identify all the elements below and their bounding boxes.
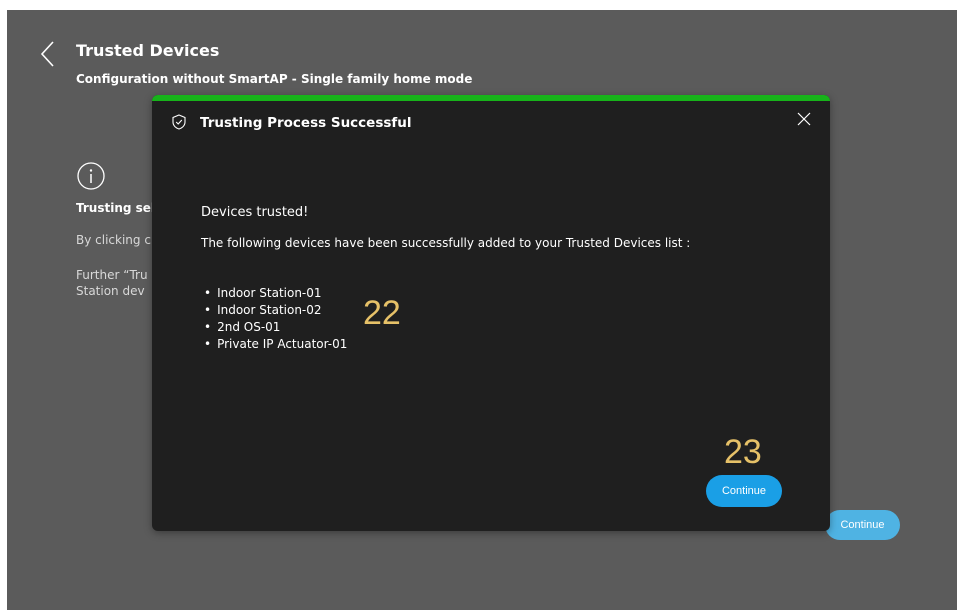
background-continue-button[interactable]: Continue [825,510,900,540]
trust-success-dialog: Trusting Process Successful Devices trus… [152,95,830,531]
back-button[interactable] [37,38,61,70]
close-button[interactable] [796,111,812,127]
page-subtitle: Configuration without SmartAP - Single f… [76,72,473,86]
background-text-line: By clicking c [76,233,151,247]
info-icon [76,161,106,191]
list-item: Indoor Station-01 [204,285,347,302]
page-title: Trusted Devices [76,41,220,60]
list-item: Private IP Actuator-01 [204,336,347,353]
app-screen: Trusted Devices Configuration without Sm… [7,10,957,610]
dialog-description: The following devices have been successf… [201,236,691,250]
list-item: Indoor Station-02 [204,302,347,319]
chevron-left-icon [40,41,54,67]
background-heading: Trusting sel [76,201,156,215]
annotation-label: 22 [363,294,401,332]
close-icon [797,112,811,126]
shield-check-icon [172,114,186,130]
success-status-bar [152,95,830,101]
background-text-line: Station dev [76,284,145,298]
annotation-label: 23 [724,433,762,471]
background-text-line: Further “Tru [76,268,148,282]
dialog-heading: Devices trusted! [201,205,309,220]
continue-button[interactable]: Continue [706,475,782,507]
trusted-device-list: Indoor Station-01 Indoor Station-02 2nd … [204,285,347,353]
list-item: 2nd OS-01 [204,319,347,336]
dialog-title: Trusting Process Successful [200,115,412,131]
